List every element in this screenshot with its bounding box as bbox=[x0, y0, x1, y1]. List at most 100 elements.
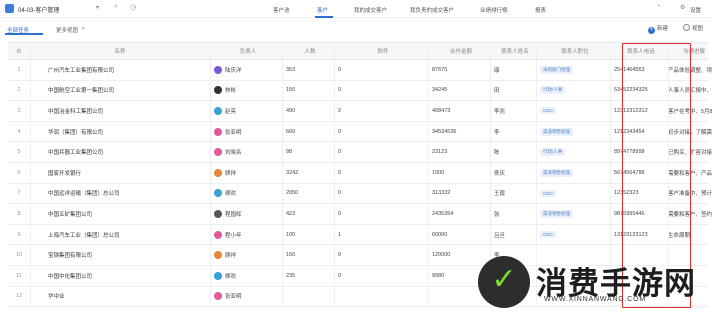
cell-contact-title[interactable]: CEO bbox=[536, 184, 610, 204]
cell-owner[interactable]: 柳欢 bbox=[210, 266, 282, 286]
cell-contact-title[interactable]: 渠道销售经理 bbox=[536, 204, 610, 224]
cell-amount[interactable]: 60000 bbox=[428, 225, 490, 245]
cell-attachments[interactable]: 0 bbox=[334, 204, 428, 224]
cell-name[interactable]: 上海汽车工业（集团）总公司 bbox=[30, 225, 210, 245]
cell-owner[interactable]: 张亚明 bbox=[210, 122, 282, 142]
cell-name[interactable]: 华润（集团）有限公司 bbox=[30, 122, 210, 142]
cell-amount[interactable]: 1000 bbox=[428, 163, 490, 183]
cell-contact-title[interactable]: 采购部门经理 bbox=[536, 60, 610, 80]
cell-contact-name[interactable]: 李兆 bbox=[490, 101, 536, 121]
cell-attachments[interactable] bbox=[334, 287, 428, 307]
cell-owner[interactable]: 陆庆洋 bbox=[210, 60, 282, 80]
table-row[interactable]: 3 中国冶金科工集团公司 赵亮 490 2 408473 李兆 CEO 12312312312 客… bbox=[8, 101, 712, 122]
column-header-attachments[interactable]: 附件 bbox=[334, 43, 428, 59]
cell-name[interactable]: 中国中化集团公司 bbox=[30, 266, 210, 286]
column-header-contact-title[interactable]: 联系人职位 bbox=[536, 43, 610, 59]
cell-attachments[interactable]: 0 bbox=[334, 142, 428, 162]
cell-attachments[interactable]: 0 bbox=[334, 266, 428, 286]
cell-people[interactable]: 150 bbox=[282, 81, 334, 101]
cell-attachments[interactable]: 1 bbox=[334, 225, 428, 245]
tab-leaderboard[interactable]: 业绩排行榜 bbox=[480, 6, 508, 14]
cell-owner[interactable]: 顾祥 bbox=[210, 245, 282, 265]
cell-contact-title[interactable]: 行政/人事 bbox=[536, 81, 610, 101]
table-row[interactable]: 5 中国兵器工业集团公司 刘晓名 98 0 23123 陈行政/人事 8974778998 已购… bbox=[8, 142, 712, 163]
cell-name[interactable]: 华中业 bbox=[30, 287, 210, 307]
cell-people[interactable]: 2050 bbox=[282, 184, 334, 204]
table-row[interactable]: 2 中国航空工业第一集团公司 林彬 150 0 34245 田行政/人事 5345223432… bbox=[8, 80, 712, 102]
cell-owner[interactable]: 柳欢 bbox=[210, 184, 282, 204]
cell-amount[interactable]: 87675 bbox=[428, 60, 490, 80]
cell-name[interactable]: 国家开发银行 bbox=[30, 163, 210, 183]
table-row[interactable]: 6 国家开发银行 顾祥 3242 0 1000 佟庆 渠道销售经理 5674564788 需要和客… bbox=[8, 163, 712, 184]
view-button[interactable]: 视图 bbox=[683, 24, 703, 32]
cell-amount[interactable]: 23123 bbox=[428, 142, 490, 162]
cell-amount[interactable]: 34245 bbox=[428, 81, 490, 101]
cell-contact-name[interactable]: 李 bbox=[490, 122, 536, 142]
cell-attachments[interactable]: 0 bbox=[334, 245, 428, 265]
cell-owner[interactable]: 刘晓名 bbox=[210, 142, 282, 162]
column-header-people[interactable]: 人数 bbox=[282, 43, 334, 59]
tab-reports[interactable]: 报表 bbox=[535, 6, 546, 14]
column-settings-icon[interactable]: ⚙ bbox=[8, 43, 30, 59]
cell-owner[interactable]: 张亚明 bbox=[210, 287, 282, 307]
chevron-down-icon[interactable]: ▾ bbox=[82, 26, 85, 32]
tab-customer-pool[interactable]: 客户池 bbox=[273, 6, 290, 14]
cell-amount[interactable]: 313332 bbox=[428, 184, 490, 204]
cell-people[interactable]: 353 bbox=[282, 60, 334, 80]
cell-contact-name[interactable]: 吕旦 bbox=[490, 225, 536, 245]
column-header-name[interactable]: 名称 bbox=[30, 43, 210, 59]
new-button[interactable]: + 新建 bbox=[648, 24, 668, 34]
column-header-contact-name[interactable]: 联系人姓名 bbox=[490, 43, 536, 59]
cell-contact-title[interactable]: 渠道销售经理 bbox=[536, 163, 610, 183]
cell-people[interactable]: 423 bbox=[282, 204, 334, 224]
cell-contact-name[interactable]: 康 bbox=[490, 60, 536, 80]
table-row[interactable]: 7 中国远洋运输（集团）总公司 柳欢 2050 0 313332 王霞 CEO 12352323… bbox=[8, 183, 712, 205]
cell-contact-name[interactable]: 张 bbox=[490, 204, 536, 224]
cell-people[interactable]: 150 bbox=[282, 245, 334, 265]
table-row[interactable]: 4 华润（集团）有限公司 张亚明 609 0 34534536 李渠道销售经理 1212343… bbox=[8, 121, 712, 143]
bell-icon[interactable]: ◔ bbox=[656, 3, 660, 10]
cell-owner[interactable]: 程小年 bbox=[210, 225, 282, 245]
search-icon[interactable]: ⌕ bbox=[114, 3, 118, 11]
table-row[interactable]: 9 上海汽车工业（集团）总公司 程小年 100 1 60000 吕旦 CEO 131231231… bbox=[8, 224, 708, 246]
cell-attachments[interactable]: 0 bbox=[334, 163, 428, 183]
cell-amount[interactable]: 408473 bbox=[428, 101, 490, 121]
clock-icon[interactable]: ◷ bbox=[130, 3, 136, 11]
table-row[interactable]: 1 广州汽车工业集团有限公司 陆庆洋 353 0 87675 康采购部门经理 25414645… bbox=[8, 60, 712, 81]
cell-contact-title[interactable]: CEO bbox=[536, 101, 610, 121]
cell-owner[interactable]: 赵亮 bbox=[210, 101, 282, 121]
cell-attachments[interactable]: 0 bbox=[334, 122, 428, 142]
chevron-down-icon[interactable]: ▾ bbox=[96, 4, 99, 11]
table-row[interactable]: 8 中国五矿集团公司 程国晖 423 0 2435354 张渠道销售经理 9876995446… bbox=[8, 204, 712, 225]
cell-owner[interactable]: 林彬 bbox=[210, 81, 282, 101]
cell-name[interactable]: 中国冶金科工集团公司 bbox=[30, 101, 210, 121]
cell-contact-title[interactable]: 渠道销售经理 bbox=[536, 122, 610, 142]
cell-people[interactable]: 235 bbox=[282, 266, 334, 286]
cell-attachments[interactable]: 2 bbox=[334, 101, 428, 121]
cell-name[interactable]: 广州汽车工业集团有限公司 bbox=[30, 60, 210, 80]
column-header-amount[interactable]: 合作金额 bbox=[428, 43, 490, 59]
cell-name[interactable]: 宝钢集团有限公司 bbox=[30, 245, 210, 265]
cell-contact-title[interactable]: CEO bbox=[536, 225, 610, 245]
cell-name[interactable]: 中国航空工业第一集团公司 bbox=[30, 81, 210, 101]
cell-contact-name[interactable]: 田 bbox=[490, 81, 536, 101]
tab-my-responsible-deals[interactable]: 我负责的成交客户 bbox=[410, 6, 454, 14]
cell-name[interactable]: 中国五矿集团公司 bbox=[30, 204, 210, 224]
gear-icon[interactable]: ⚙ bbox=[680, 4, 685, 11]
view-tab-more[interactable]: 更多视图 bbox=[56, 26, 78, 34]
cell-attachments[interactable]: 0 bbox=[334, 184, 428, 204]
cell-attachments[interactable]: 0 bbox=[334, 81, 428, 101]
cell-name[interactable]: 中国远洋运输（集团）总公司 bbox=[30, 184, 210, 204]
cell-people[interactable]: 100 bbox=[282, 225, 334, 245]
cell-contact-name[interactable]: 佟庆 bbox=[490, 163, 536, 183]
cell-contact-name[interactable]: 陈 bbox=[490, 142, 536, 162]
cell-owner[interactable]: 程国晖 bbox=[210, 204, 282, 224]
cell-people[interactable]: 3242 bbox=[282, 163, 334, 183]
cell-people[interactable]: 609 bbox=[282, 122, 334, 142]
cell-attachments[interactable]: 0 bbox=[334, 60, 428, 80]
column-header-owner[interactable]: 负责人 bbox=[210, 43, 282, 59]
cell-people[interactable] bbox=[282, 287, 334, 307]
settings-link[interactable]: 设置 bbox=[690, 6, 701, 14]
app-title[interactable]: 04-03-客户管理 bbox=[18, 5, 59, 14]
cell-amount[interactable]: 2435354 bbox=[428, 204, 490, 224]
